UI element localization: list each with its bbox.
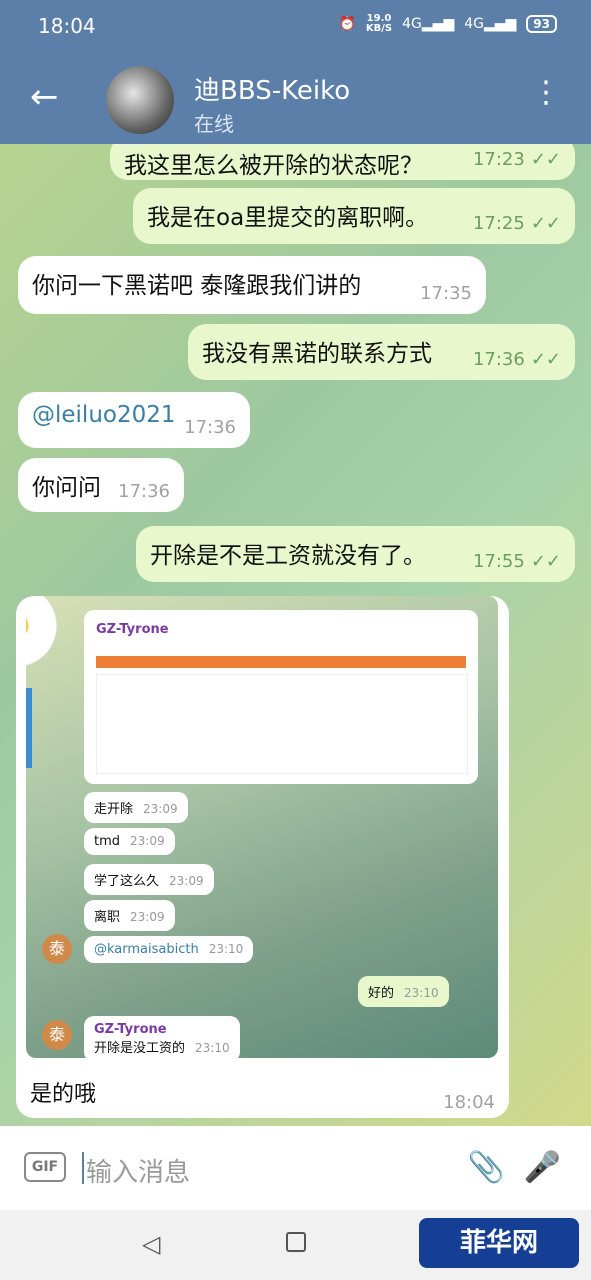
arrow-left-icon[interactable]: ← [30,80,59,114]
net-type-2: 4G [464,16,484,32]
embedded-screenshot[interactable]: GZ-Tyrone 走开除 23:09 tmd 23:09 学了这么久 23:09 离… [26,596,498,1058]
avatar[interactable] [106,66,174,134]
battery-indicator: 93 [526,15,557,33]
embedded-avatar: 泰 [42,1020,72,1050]
embedded-message: 离职 23:09 [84,900,175,931]
message-input-bar: GIF 输入消息 📎 🎤 [0,1126,591,1210]
chat-title[interactable]: 迪BBS-Keiko [194,70,350,107]
microphone-icon[interactable]: 🎤 [524,1150,561,1185]
double-check-icon: ✓✓ [530,149,561,170]
more-vertical-icon[interactable]: ⋮ [531,78,561,108]
status-bar: 18:04 ⏰ 19.0 KB/S 4G▂▄▆ 4G▂▄▆ 93 [0,0,591,52]
flower-image [26,596,86,756]
signal-icon-2: 4G▂▄▆ [464,16,517,32]
message-time: 17:36 [184,417,236,438]
embedded-message: 走开除 23:09 [84,792,188,823]
chat-header: ← 迪BBS-Keiko 在线 ⋮ [0,52,591,144]
chat-area[interactable]: 我这里怎么被开除的状态呢？ 17:23 ✓✓ 我是在oa里提交的离职啊。 17:2… [0,144,591,1126]
message-text: 你问一下黑诺吧 泰隆跟我们讲的 [32,273,362,299]
message-input[interactable]: 输入消息 [86,1152,190,1189]
site-watermark: 菲华网 [419,1218,579,1268]
message-bubble[interactable]: 你问问 17:36 [18,458,184,512]
triangle-back-icon[interactable]: ◁ [142,1230,160,1258]
embedded-message: @karmaisabicth 23:10 [84,936,254,963]
mention-link[interactable]: @leiluo2021 [32,402,176,428]
message-text: 我这里怎么被开除的状态呢？ [124,153,423,179]
network-speed-unit: KB/S [365,23,393,34]
message-text: 开除是不是工资就没有了。 [150,543,426,569]
system-navbar: ◁ 菲华网 [0,1210,591,1280]
embedded-message: 学了这么久 23:09 [84,864,214,895]
status-icons: ⏰ 19.0 KB/S 4G▂▄▆ 4G▂▄▆ 93 [338,14,557,34]
embedded-message: 好的 23:10 [358,976,449,1007]
message-bubble[interactable]: 我没有黑诺的联系方式 17:36 ✓✓ [188,324,575,380]
message-text: 我没有黑诺的联系方式 [202,341,432,367]
gif-button[interactable]: GIF [24,1152,66,1182]
net-type-1: 4G [402,16,422,32]
message-bubble[interactable]: 我这里怎么被开除的状态呢？ 17:23 ✓✓ [110,144,575,180]
message-bubble[interactable]: @leiluo2021 17:36 [18,392,250,448]
media-time: 18:04 [443,1092,495,1113]
message-bubble[interactable]: 你问一下黑诺吧 泰隆跟我们讲的 17:35 [18,256,486,314]
signal-icon-1: 4G▂▄▆ [402,16,455,32]
square-home-icon[interactable] [286,1232,306,1252]
message-time: 17:35 [420,283,472,304]
message-time: 17:23 ✓✓ [472,149,561,170]
message-text: 我是在oa里提交的离职啊。 [147,205,429,231]
message-time: 17:25 ✓✓ [472,213,561,234]
message-bubble[interactable]: 我是在oa里提交的离职啊。 17:25 ✓✓ [133,188,575,244]
media-caption: 是的哦 [30,1082,97,1107]
message-time: 17:36 ✓✓ [472,349,561,370]
chat-status: 在线 [194,112,234,136]
message-time: 17:36 [118,481,170,502]
text-caret [82,1152,84,1184]
network-speed: 19.0 KB/S [366,14,392,34]
media-message[interactable]: GZ-Tyrone 走开除 23:09 tmd 23:09 学了这么久 23:09 离… [16,596,509,1118]
double-check-icon: ✓✓ [530,349,561,370]
status-time: 18:04 [38,14,96,38]
embedded-message: tmd 23:09 [84,828,175,855]
paperclip-icon[interactable]: 📎 [468,1150,505,1185]
embedded-form [96,674,468,774]
embedded-card-title: GZ-Tyrone [96,622,169,637]
alarm-icon: ⏰ [338,16,356,32]
embedded-card: GZ-Tyrone [84,610,478,784]
message-bubble[interactable]: 开除是不是工资就没有了。 17:55 ✓✓ [136,526,575,582]
message-text: 你问问 [32,475,101,501]
embedded-message: GZ-Tyrone 开除是没工资的 23:10 [84,1016,240,1058]
double-check-icon: ✓✓ [530,213,561,234]
double-check-icon: ✓✓ [530,551,561,572]
message-time: 17:55 ✓✓ [472,551,561,572]
embedded-card-header-bar [96,656,466,668]
embedded-avatar: 泰 [42,934,72,964]
